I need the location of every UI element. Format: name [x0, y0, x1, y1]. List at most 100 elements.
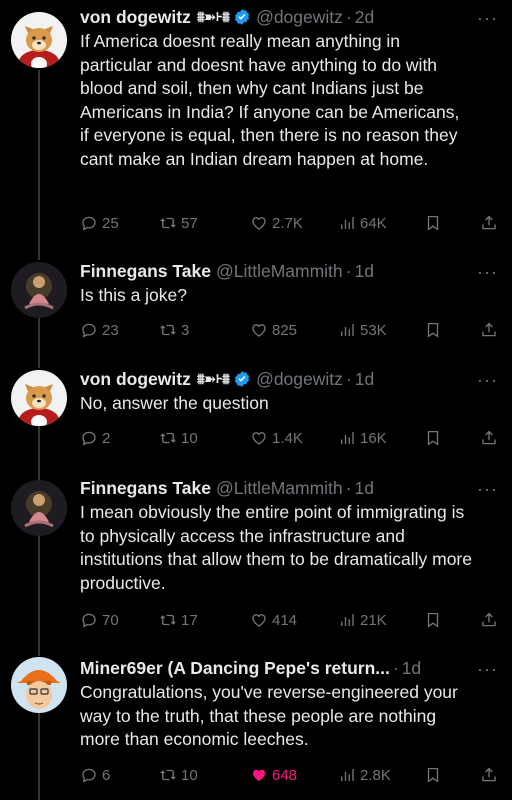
like-count: 2.7K: [272, 214, 303, 232]
share-button[interactable]: [480, 766, 498, 784]
share-button[interactable]: [480, 429, 498, 447]
verified-icon: [233, 8, 251, 26]
heart-icon: [252, 614, 266, 627]
like-button[interactable]: 825: [250, 321, 297, 339]
views-icon: [341, 432, 354, 444]
handle[interactable]: @dogewitz: [256, 7, 343, 28]
like-button[interactable]: 414: [250, 611, 297, 629]
bookmark-button[interactable]: [424, 321, 442, 339]
view-count: 53K: [360, 321, 387, 339]
repost-button[interactable]: 10: [159, 429, 198, 447]
tweet-header: von dogewitz ⩩➽⹐⩩ @dogewitz · 2d: [80, 6, 472, 28]
display-name[interactable]: Finnegans Take: [80, 478, 211, 499]
tweet-actions: 23 3 825 53K: [80, 318, 500, 342]
tweet-actions: 2 10 1.4K 16K: [80, 426, 500, 450]
share-button[interactable]: [480, 214, 498, 232]
avatar[interactable]: [11, 12, 67, 68]
repost-button[interactable]: 57: [159, 214, 198, 232]
avatar[interactable]: [11, 262, 67, 318]
display-name[interactable]: Miner69er (A Dancing Pepe's return...: [80, 658, 390, 679]
timestamp[interactable]: 1d: [402, 658, 421, 679]
tweet-text: Congratulations, you've reverse-engineer…: [80, 682, 458, 750]
more-icon[interactable]: ···: [477, 659, 498, 680]
tweet-text: I mean obviously the entire point of imm…: [80, 502, 472, 593]
reply-icon: [82, 613, 96, 628]
reply-button[interactable]: 70: [80, 611, 119, 629]
view-count: 16K: [360, 429, 387, 447]
bookmark-icon: [427, 767, 439, 783]
timestamp[interactable]: 2d: [355, 7, 374, 28]
bookmark-icon: [427, 612, 439, 628]
views-icon: [341, 614, 354, 626]
separator-dot: ·: [345, 6, 352, 27]
repost-icon: [160, 614, 176, 626]
views-button[interactable]: 64K: [338, 214, 387, 232]
verified-icon: [233, 370, 251, 388]
more-icon[interactable]: ···: [477, 370, 498, 391]
bookmark-button[interactable]: [424, 429, 442, 447]
reply-icon: [82, 431, 96, 446]
reply-count: 25: [102, 214, 119, 232]
bookmark-button[interactable]: [424, 214, 442, 232]
more-icon[interactable]: ···: [477, 8, 498, 29]
tweet[interactable]: Finnegans Take @LittleMammith · 1d Is th…: [0, 250, 512, 360]
timestamp[interactable]: 1d: [355, 369, 374, 390]
views-icon: [341, 324, 354, 336]
reply-button[interactable]: 23: [80, 321, 119, 339]
like-count: 1.4K: [272, 429, 303, 447]
like-button[interactable]: 648: [250, 766, 297, 784]
handle[interactable]: @LittleMammith: [216, 478, 343, 499]
handle[interactable]: @LittleMammith: [216, 261, 343, 282]
handle[interactable]: @dogewitz: [256, 369, 343, 390]
bookmark-icon: [427, 215, 439, 231]
display-name[interactable]: von dogewitz: [80, 369, 191, 390]
views-button[interactable]: 2.8K: [338, 766, 391, 784]
repost-button[interactable]: 17: [159, 611, 198, 629]
view-count: 2.8K: [360, 766, 391, 784]
like-button[interactable]: 1.4K: [250, 429, 303, 447]
bookmark-button[interactable]: [424, 611, 442, 629]
share-icon: [482, 612, 496, 627]
repost-count: 10: [181, 429, 198, 447]
views-button[interactable]: 16K: [338, 429, 387, 447]
tweet[interactable]: Finnegans Take @LittleMammith · 1d I mea…: [0, 470, 512, 645]
timestamp[interactable]: 1d: [354, 478, 373, 499]
reply-count: 6: [102, 766, 111, 784]
views-button[interactable]: 53K: [338, 321, 387, 339]
name-decoration: ⩩➽⹐⩩: [196, 371, 230, 388]
avatar[interactable]: [11, 657, 67, 713]
tweet-text: Is this a joke?: [80, 285, 187, 305]
tweet[interactable]: von dogewitz ⩩➽⹐⩩ @dogewitz · 2d If Amer…: [0, 0, 512, 250]
avatar[interactable]: [11, 370, 67, 426]
tweet[interactable]: von dogewitz ⩩➽⹐⩩ @dogewitz · 1d No, ans…: [0, 360, 512, 470]
repost-button[interactable]: 10: [159, 766, 198, 784]
views-button[interactable]: 21K: [338, 611, 387, 629]
display-name[interactable]: von dogewitz: [80, 7, 191, 28]
tweet-content: Finnegans Take @LittleMammith · 1d Is th…: [80, 260, 472, 308]
reply-icon: [82, 216, 96, 231]
share-icon: [482, 215, 496, 230]
bookmark-icon: [427, 322, 439, 338]
share-icon: [482, 430, 496, 445]
avatar[interactable]: [11, 480, 67, 536]
share-button[interactable]: [480, 321, 498, 339]
share-button[interactable]: [480, 611, 498, 629]
reply-button[interactable]: 25: [80, 214, 119, 232]
more-icon[interactable]: ···: [477, 479, 498, 500]
heart-icon: [253, 769, 265, 781]
bookmark-button[interactable]: [424, 766, 442, 784]
reply-count: 23: [102, 321, 119, 339]
bookmark-icon: [427, 430, 439, 446]
display-name[interactable]: Finnegans Take: [80, 261, 211, 282]
tweet[interactable]: Miner69er (A Dancing Pepe's return... · …: [0, 645, 512, 800]
like-button[interactable]: 2.7K: [250, 214, 303, 232]
repost-icon: [160, 432, 176, 444]
reply-icon: [82, 768, 96, 783]
reply-button[interactable]: 2: [80, 429, 110, 447]
reply-button[interactable]: 6: [80, 766, 110, 784]
separator-dot: ·: [345, 368, 352, 389]
more-icon[interactable]: ···: [477, 262, 498, 283]
repost-button[interactable]: 3: [159, 321, 189, 339]
tweet-actions: 6 10 648 2.8K: [80, 763, 500, 787]
timestamp[interactable]: 1d: [354, 261, 373, 282]
